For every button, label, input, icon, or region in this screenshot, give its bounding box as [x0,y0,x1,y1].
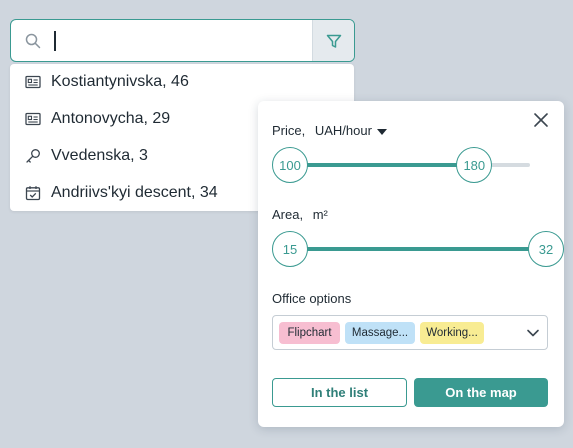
price-min-thumb[interactable]: 100 [272,147,308,183]
tag-label: Flipchart [287,327,332,339]
suggestion-item[interactable]: Andriivs'kyi descent, 34 [24,181,218,205]
key-icon [24,147,42,165]
suggestion-item[interactable]: Kostiantynivska, 46 [24,70,189,94]
filter-panel: Price, UAH/hour 100 180 Area, m² 15 32 O… [258,101,564,427]
tag-label: Massage... [351,327,409,339]
suggestion-label: Antonovycha, 29 [51,110,171,127]
price-min-value: 100 [279,157,301,173]
area-slider-fill [290,247,546,251]
on-the-map-button[interactable]: On the map [414,378,548,407]
search-bar[interactable] [10,19,355,62]
search-icon [25,33,41,49]
office-options-title: Office options [272,291,352,306]
caret-down-icon [376,128,387,135]
search-input[interactable] [61,28,301,54]
price-unit-select[interactable]: UAH/hour [315,123,387,138]
filter-button[interactable] [312,20,354,61]
area-title: Area, m² [272,207,328,222]
suggestion-label: Kostiantynivska, 46 [51,73,189,90]
suggestion-item[interactable]: Vvedenska, 3 [24,144,148,168]
text-cursor [54,31,56,51]
price-label: Price, [272,123,306,138]
area-max-value: 32 [538,241,554,257]
office-options-select[interactable]: Flipchart Massage... Working... [272,315,548,350]
suggestion-label: Andriivs'kyi descent, 34 [51,184,218,201]
id-card-icon [24,110,42,128]
calendar-check-icon [24,184,42,202]
filter-icon [326,34,341,48]
option-tag[interactable]: Working... [420,322,484,344]
price-slider-fill [290,163,475,167]
area-label: Area, [272,207,304,222]
option-tag[interactable]: Flipchart [279,322,340,344]
tag-label: Working... [426,327,478,339]
price-unit-label: UAH/hour [314,123,372,138]
price-max-thumb[interactable]: 180 [456,147,493,183]
suggestion-item[interactable]: Antonovycha, 29 [24,107,170,131]
suggestion-label: Vvedenska, 3 [51,147,148,164]
area-max-thumb[interactable]: 32 [528,231,564,267]
chevron-down-icon[interactable] [525,325,541,341]
area-min-value: 15 [282,241,298,257]
close-icon[interactable] [532,111,550,129]
option-tag[interactable]: Massage... [345,322,415,344]
area-min-thumb[interactable]: 15 [272,231,308,267]
area-unit: m² [312,207,328,222]
in-the-list-button[interactable]: In the list [272,378,407,407]
price-title: Price, UAH/hour [272,123,387,138]
id-card-icon [24,73,42,91]
price-max-value: 180 [463,157,486,173]
